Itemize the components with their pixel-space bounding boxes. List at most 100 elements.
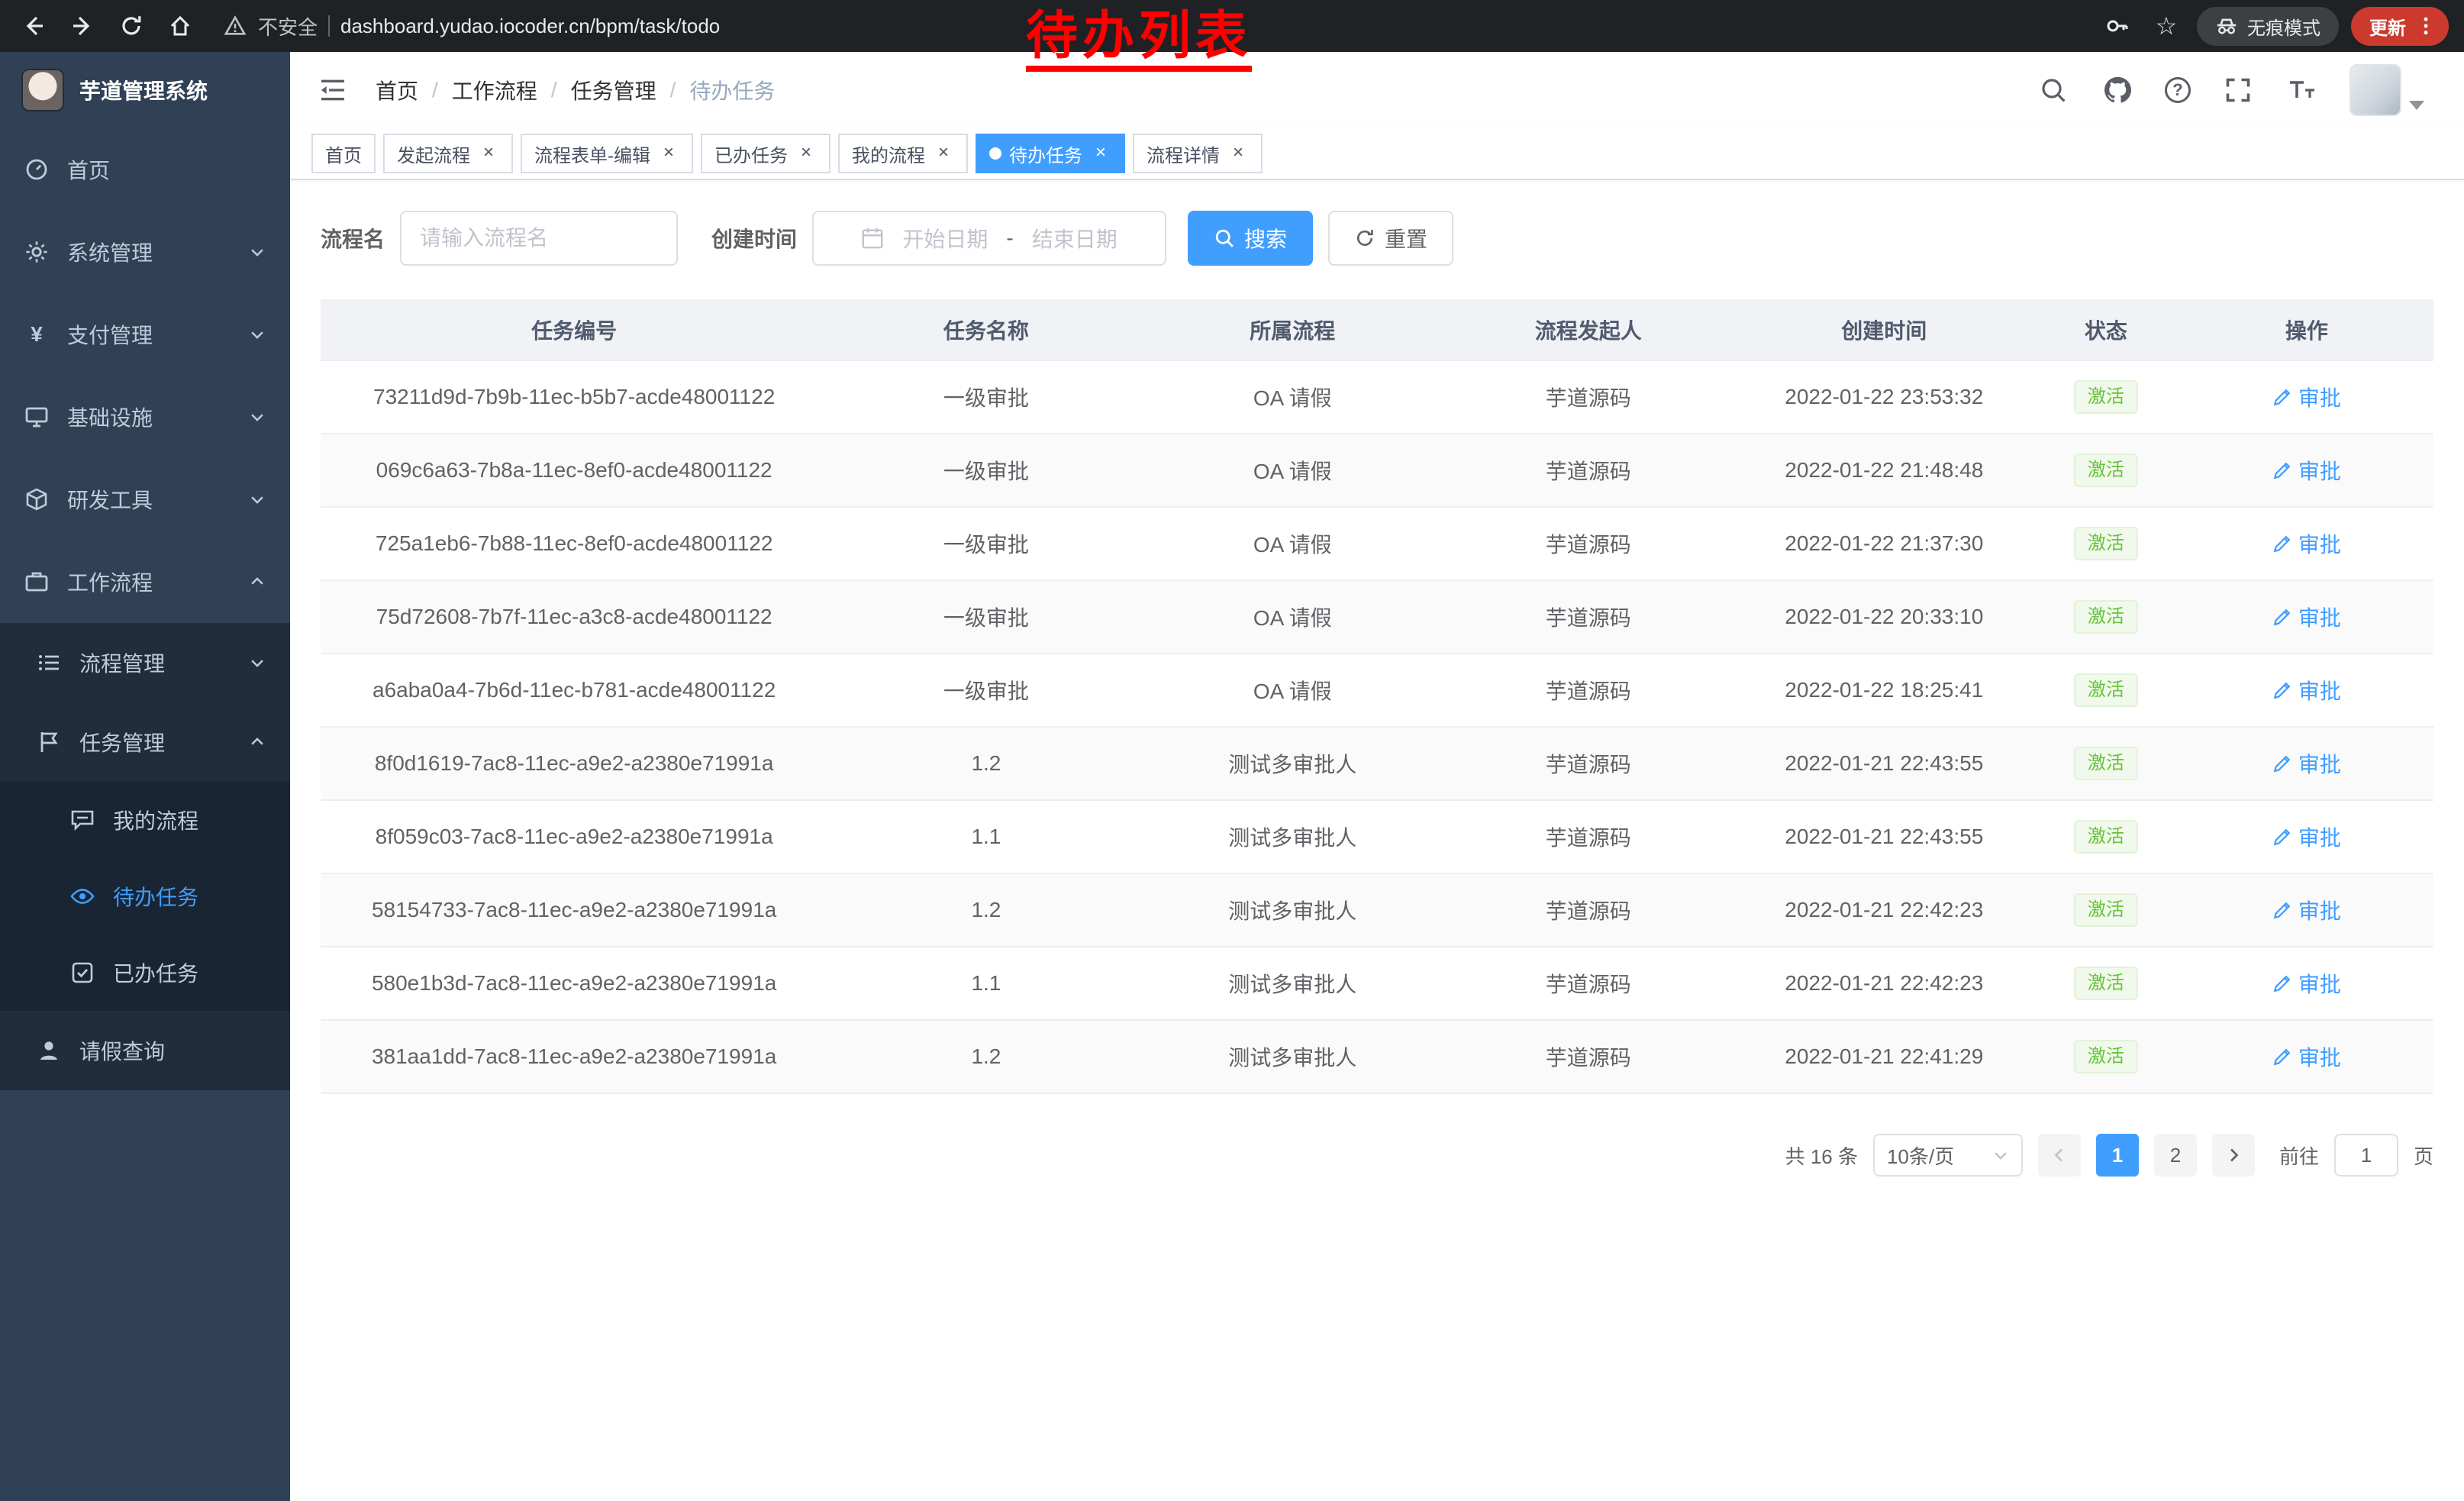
approve-link[interactable]: 审批 [2272,822,2341,852]
monitor-icon [24,405,49,429]
table-header-row: 任务编号 任务名称 所属流程 流程发起人 创建时间 状态 操作 [321,299,2433,360]
github-icon[interactable] [2101,73,2134,107]
close-icon[interactable]: × [478,143,499,164]
help-icon[interactable]: ? [2165,77,2191,103]
tab-label: 待办任务 [1009,140,1082,167]
sidebar-item-system[interactable]: 系统管理 [0,211,290,293]
total-count: 共 16 条 [1785,1141,1858,1170]
navbar: 首页 / 工作流程 / 任务管理 / 待办任务 ? [290,52,2464,128]
edit-pencil-icon [2272,827,2292,847]
browser-menu-icon[interactable] [2415,15,2437,37]
process-cell: OA 请假 [1145,654,1441,727]
sidebar-item-payment[interactable]: ¥ 支付管理 [0,293,290,376]
close-icon[interactable]: × [795,143,817,164]
column-header-task-name: 任务名称 [827,299,1144,360]
user-menu[interactable] [2350,64,2424,116]
search-button[interactable]: 搜索 [1188,211,1313,266]
status-cell: 激活 [2032,654,2180,727]
close-icon[interactable]: × [933,143,954,164]
sidebar-item-home[interactable]: 首页 [0,128,290,211]
approve-link[interactable]: 审批 [2272,675,2341,705]
approve-link[interactable]: 审批 [2272,968,2341,999]
approve-link[interactable]: 审批 [2272,528,2341,559]
create-time-cell: 2022-01-22 23:53:32 [1737,360,2033,434]
page-button-1[interactable]: 1 [2096,1134,2139,1177]
bookmark-star-icon[interactable]: ☆ [2148,8,2185,44]
sidebar-toggle-button[interactable] [314,72,351,108]
prev-page-button[interactable] [2038,1134,2081,1177]
action-cell: 审批 [2180,947,2433,1020]
edit-pencil-icon [2272,387,2292,407]
tab-todo-tasks[interactable]: 待办任务 × [976,134,1125,173]
sidebar-item-task-management[interactable]: 任务管理 [0,702,290,782]
status-cell: 激活 [2032,434,2180,507]
tab-process-detail[interactable]: 流程详情 × [1133,134,1263,173]
initiator-cell: 芋道源码 [1440,434,1737,507]
update-button[interactable]: 更新 [2351,7,2449,46]
breadcrumb-home[interactable]: 首页 [376,75,418,105]
close-icon[interactable]: × [1090,143,1111,164]
goto-suffix: 页 [2414,1141,2433,1170]
approve-link[interactable]: 审批 [2272,602,2341,632]
action-cell: 审批 [2180,873,2433,947]
app-title: 芋道管理系统 [79,75,208,105]
key-icon[interactable] [2099,8,2136,44]
tab-process-form-edit[interactable]: 流程表单-编辑 × [521,134,693,173]
check-square-icon [70,960,95,985]
back-icon[interactable] [15,8,52,44]
tab-home[interactable]: 首页 [311,134,376,173]
approve-link[interactable]: 审批 [2272,895,2341,925]
tab-done-tasks[interactable]: 已办任务 × [701,134,830,173]
tab-my-processes[interactable]: 我的流程 × [838,134,968,173]
sidebar-item-done-tasks[interactable]: 已办任务 [0,934,290,1011]
create-time-cell: 2022-01-21 22:41:29 [1737,1020,2033,1093]
sidebar-item-devtools[interactable]: 研发工具 [0,458,290,541]
sidebar-item-process-management[interactable]: 流程管理 [0,623,290,702]
status-badge: 激活 [2074,820,2138,854]
reset-button[interactable]: 重置 [1328,211,1453,266]
approve-link[interactable]: 审批 [2272,382,2341,412]
approve-link[interactable]: 审批 [2272,748,2341,779]
initiator-cell: 芋道源码 [1440,360,1737,434]
table-row: a6aba0a4-7b6d-11ec-b781-acde48001122 一级审… [321,654,2433,727]
status-cell: 激活 [2032,507,2180,580]
goto-page-input[interactable] [2334,1134,2398,1177]
start-date-placeholder: 开始日期 [902,223,988,253]
font-size-icon[interactable] [2285,73,2319,107]
reload-icon[interactable] [113,8,150,44]
sidebar-item-workflow[interactable]: 工作流程 [0,541,290,623]
browser-chrome: 不安全 dashboard.yudao.iocoder.cn/bpm/task/… [0,0,2464,52]
status-badge: 激活 [2074,967,2138,1000]
approve-link[interactable]: 审批 [2272,455,2341,486]
next-page-button[interactable] [2212,1134,2255,1177]
sidebar-item-leave-query[interactable]: 请假查询 [0,1011,290,1090]
create-time-range-picker[interactable]: 开始日期 - 结束日期 [812,211,1166,266]
end-date-placeholder: 结束日期 [1032,223,1118,253]
sidebar-item-infrastructure[interactable]: 基础设施 [0,376,290,458]
process-cell: OA 请假 [1145,360,1441,434]
breadcrumb-workflow[interactable]: 工作流程 [452,75,537,105]
approve-link-label: 审批 [2298,822,2341,852]
app-logo[interactable]: 芋道管理系统 [0,52,290,128]
approve-link[interactable]: 审批 [2272,1041,2341,1072]
search-icon[interactable] [2037,73,2070,107]
initiator-cell: 芋道源码 [1440,1020,1737,1093]
address-bar[interactable]: 不安全 dashboard.yudao.iocoder.cn/bpm/task/… [223,8,2087,44]
logo-image [21,69,64,111]
breadcrumb-task-management[interactable]: 任务管理 [571,75,656,105]
page-button-2[interactable]: 2 [2154,1134,2197,1177]
task-management-submenu: 我的流程 待办任务 已办任务 [0,782,290,1011]
action-cell: 审批 [2180,434,2433,507]
fullscreen-icon[interactable] [2221,73,2255,107]
process-name-input[interactable] [400,211,678,266]
sidebar-item-todo-tasks[interactable]: 待办任务 [0,858,290,934]
forward-icon[interactable] [64,8,101,44]
page-size-select[interactable]: 10条/页 [1873,1134,2023,1177]
browser-home-icon[interactable] [162,8,198,44]
close-icon[interactable]: × [658,143,679,164]
sidebar-item-my-processes[interactable]: 我的流程 [0,782,290,858]
initiator-cell: 芋道源码 [1440,947,1737,1020]
close-icon[interactable]: × [1227,143,1249,164]
approve-link-label: 审批 [2298,1041,2341,1072]
tab-start-process[interactable]: 发起流程 × [383,134,513,173]
